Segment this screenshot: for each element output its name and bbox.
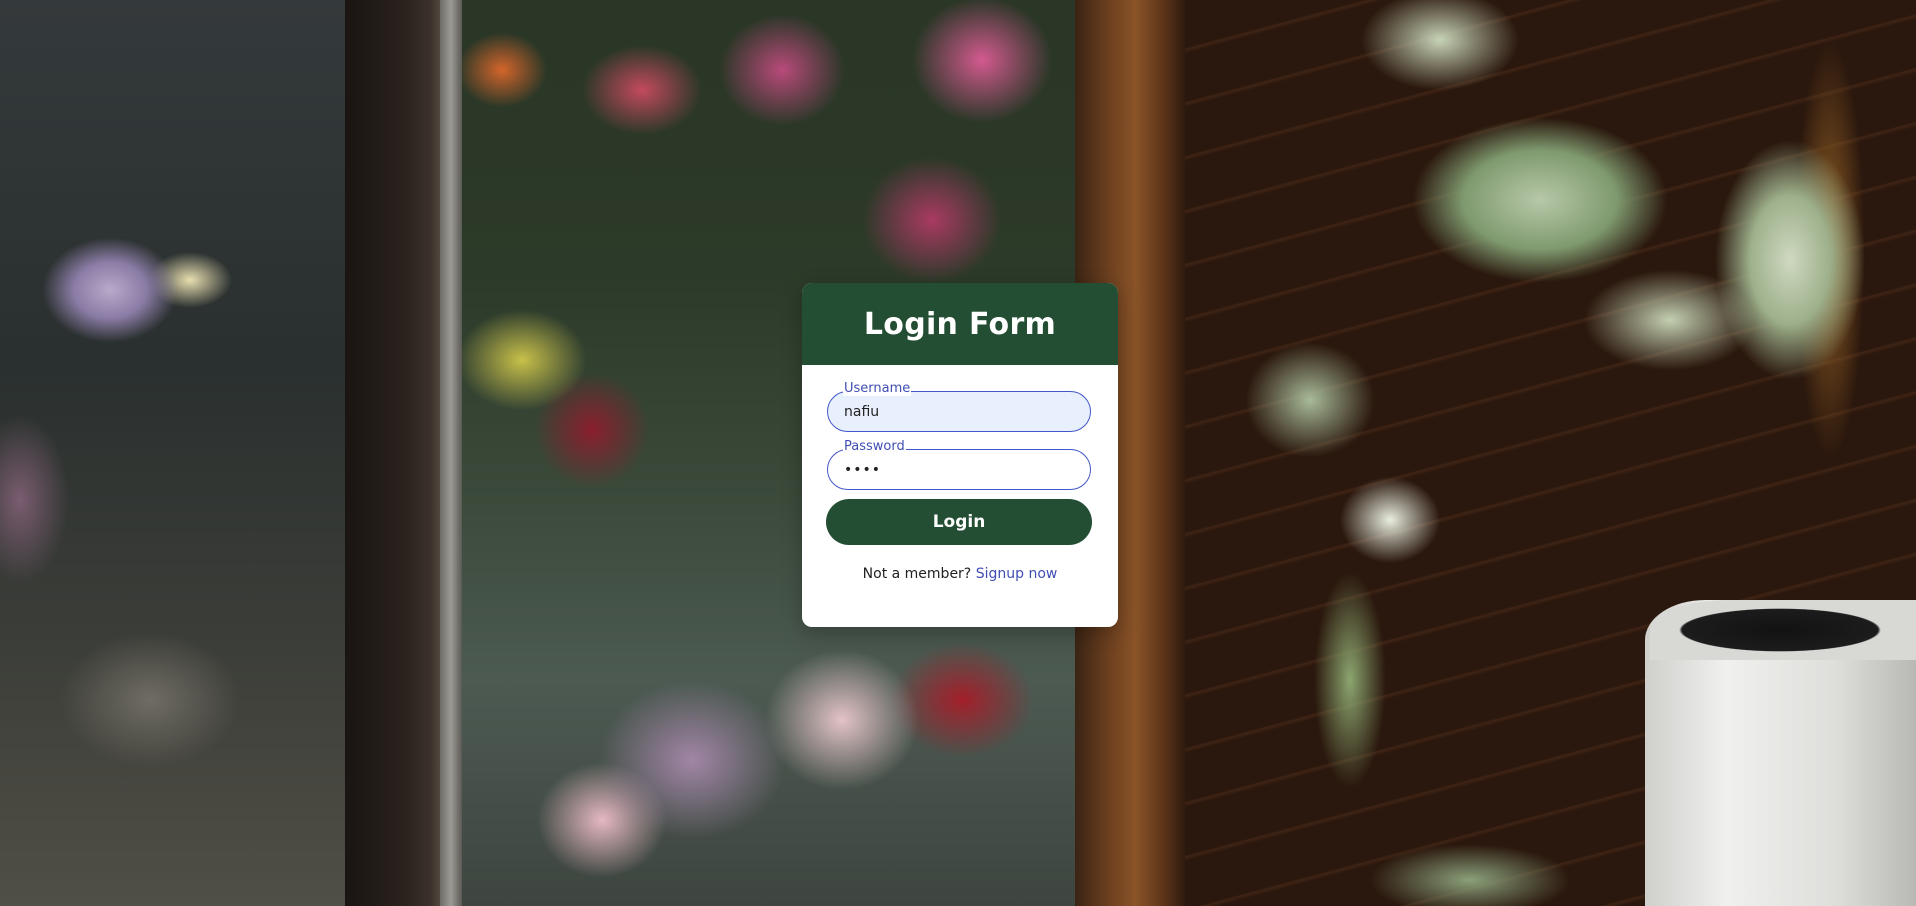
login-card: Login Form Username Password Login Not a… bbox=[802, 283, 1118, 627]
login-title: Login Form bbox=[863, 306, 1057, 342]
password-label: Password bbox=[843, 439, 906, 454]
username-input[interactable] bbox=[827, 391, 1091, 432]
page: Login Form Username Password Login Not a… bbox=[0, 0, 1916, 906]
password-field-group: Password bbox=[827, 440, 1091, 490]
background-flower-pot-rim bbox=[1650, 600, 1916, 660]
login-form: Username Password Login Not a member? Si… bbox=[802, 382, 1118, 582]
username-field-group: Username bbox=[827, 382, 1091, 432]
login-button[interactable]: Login bbox=[826, 499, 1092, 545]
username-label: Username bbox=[843, 381, 912, 396]
signup-row: Not a member? Signup now bbox=[827, 566, 1093, 582]
login-card-header: Login Form bbox=[802, 283, 1118, 365]
background-door-edge bbox=[440, 0, 462, 906]
background-photo-left bbox=[0, 0, 360, 906]
signup-link[interactable]: Signup now bbox=[976, 566, 1058, 582]
password-input[interactable] bbox=[827, 449, 1091, 490]
signup-prompt: Not a member? bbox=[862, 566, 972, 582]
background-door-frame bbox=[345, 0, 445, 906]
